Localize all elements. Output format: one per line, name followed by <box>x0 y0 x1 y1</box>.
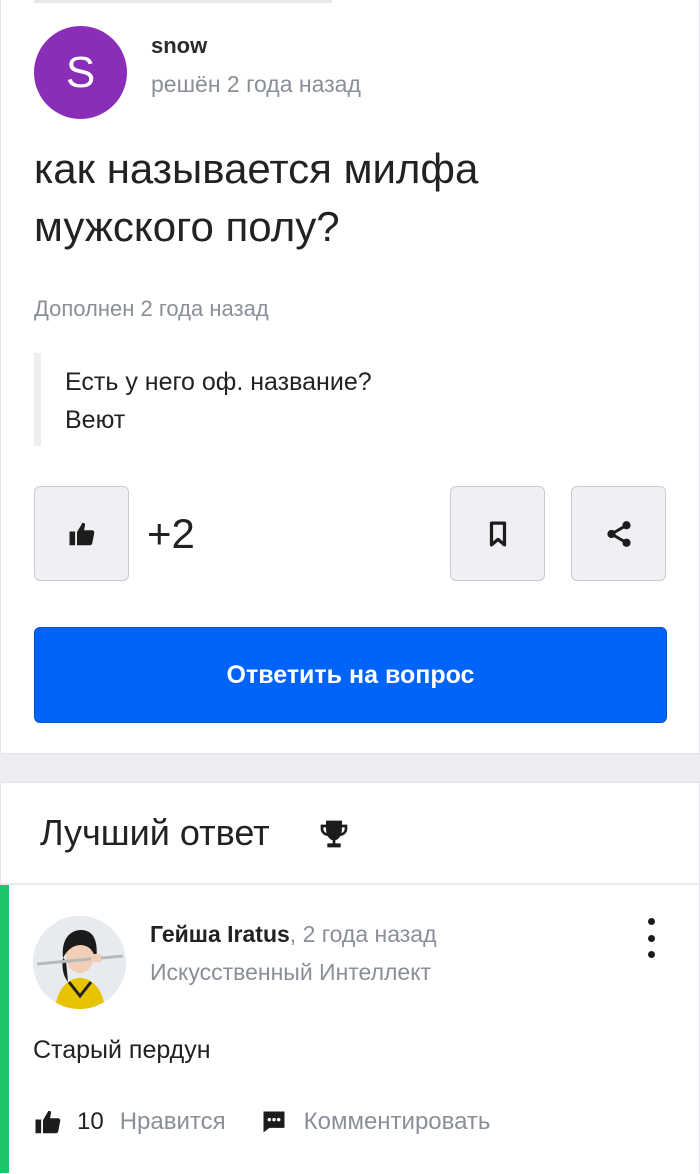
comment-button[interactable]: Комментировать <box>304 1108 491 1136</box>
best-answer-accent <box>0 885 9 1173</box>
author-name[interactable]: snow <box>151 33 207 59</box>
question-title: как называется милфа мужского полу? <box>34 145 479 250</box>
answer-question-button[interactable]: Ответить на вопрос <box>34 627 667 723</box>
question-score: +2 <box>147 510 195 557</box>
answer-time: , 2 года назад <box>289 921 437 947</box>
comment-icon[interactable] <box>260 1108 288 1136</box>
question-card: S snow решён 2 года назад как называется… <box>0 0 700 754</box>
author-avatar[interactable]: S <box>34 26 127 119</box>
thumbs-up-icon <box>69 522 94 545</box>
addition-line: Веют <box>65 406 126 434</box>
answer-author-name[interactable]: Гейша Iratus <box>150 921 290 947</box>
like-button[interactable] <box>34 486 129 581</box>
thumbs-up-icon[interactable] <box>33 1107 63 1137</box>
user-photo <box>33 916 126 1009</box>
trophy-icon <box>320 820 348 848</box>
section-divider <box>1 883 699 885</box>
avatar-initial: S <box>65 47 96 97</box>
answer-author-line: Гейша Iratus, 2 года назад <box>150 921 437 948</box>
question-status: решён 2 года назад <box>151 71 361 97</box>
answer-actions: 10 Нравится Комментировать <box>33 1104 490 1140</box>
answer-author-avatar[interactable] <box>33 916 126 1009</box>
best-answer-heading: Лучший ответ <box>40 812 270 853</box>
bookmark-icon <box>489 521 506 546</box>
answer-text: Старый пердун <box>33 1036 211 1064</box>
more-options-icon[interactable] <box>638 918 664 958</box>
share-button[interactable] <box>571 486 666 581</box>
addition-line: Есть у него оф. название? <box>65 368 372 396</box>
question-added-label: Дополнен 2 года назад <box>34 296 269 321</box>
answer-like-count: 10 <box>77 1108 104 1135</box>
bookmark-button[interactable] <box>450 486 545 581</box>
share-icon <box>606 520 631 547</box>
top-strip <box>34 0 332 3</box>
answer-author-rank: Искусственный Интеллект <box>150 959 432 985</box>
question-addition: Есть у него оф. название? Веют <box>34 353 634 446</box>
like-answer-button[interactable]: Нравится <box>120 1108 226 1136</box>
